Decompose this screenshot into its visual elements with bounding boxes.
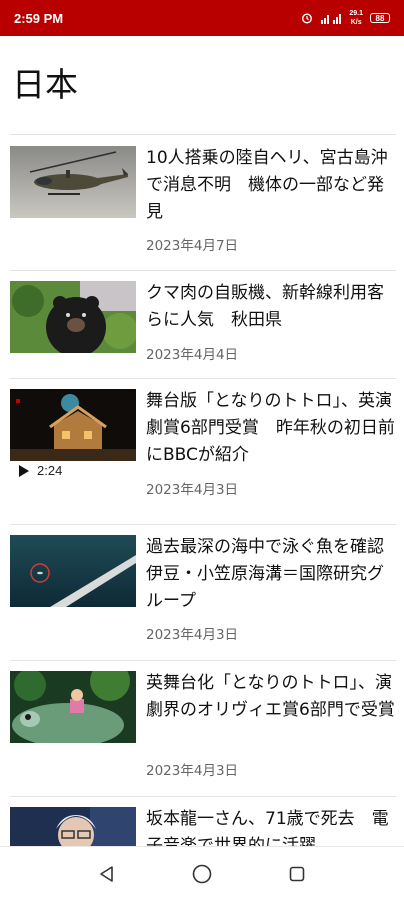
- article-date: 2023年4月3日: [146, 627, 239, 643]
- recents-square-icon: [289, 866, 304, 881]
- status-bar: 2:59 PM 29.1 K/s 88: [0, 0, 404, 36]
- nav-back-button[interactable]: [87, 854, 127, 894]
- speed-value: 29.1: [349, 10, 363, 17]
- article-item[interactable]: 10人搭乗の陸自ヘリ、宮古島沖で消息不明 機体の一部など発見 2023年4月7日: [10, 134, 396, 271]
- video-duration: 2:24: [18, 463, 62, 478]
- article-date: 2023年4月3日: [146, 482, 239, 498]
- back-triangle-icon: [100, 865, 114, 882]
- article-thumbnail: [10, 281, 136, 353]
- article-item[interactable]: クマ肉の自販機、新幹線利用客らに人気 秋田県 2023年4月4日: [10, 270, 396, 379]
- article-item[interactable]: 英舞台化「となりのトトロ」、演劇界のオリヴィエ賞6部門で受賞 2023年4月3日: [10, 660, 396, 797]
- article-headline: クマ肉の自販機、新幹線利用客らに人気 秋田県: [146, 283, 384, 330]
- totoro-image: [10, 671, 136, 743]
- article-thumbnail: [10, 389, 136, 461]
- article-headline: 舞台版「となりのトトロ」、英演劇賞6部門受賞 昨年秋の初日前にBBCが紹介: [146, 391, 395, 465]
- system-nav-bar: [0, 846, 404, 900]
- speed-unit: K/s: [350, 19, 362, 26]
- article-headline: 英舞台化「となりのトトロ」、演劇界のオリヴィエ賞6部門で受賞: [146, 673, 395, 720]
- article-thumbnail: [10, 146, 136, 218]
- article-headline: 過去最深の海中で泳ぐ魚を確認 伊豆・小笠原海溝＝国際研究グループ: [146, 537, 401, 611]
- article-item[interactable]: 2:24 舞台版「となりのトトロ」、英演劇賞6部門受賞 昨年秋の初日前にBBCが…: [10, 378, 396, 525]
- article-thumbnail: [10, 671, 136, 743]
- status-icons: 29.1 K/s 88: [301, 9, 390, 27]
- alarm-icon: [302, 13, 313, 24]
- home-circle-icon: [192, 864, 212, 883]
- duration-label: 2:24: [37, 463, 63, 478]
- article-item[interactable]: 過去最深の海中で泳ぐ魚を確認 伊豆・小笠原海溝＝国際研究グループ 2023年4月…: [10, 524, 401, 661]
- signal-icon: [321, 14, 342, 24]
- helicopter-image: [10, 146, 136, 218]
- article-date: 2023年4月4日: [146, 347, 239, 363]
- battery-level: 88: [375, 13, 385, 23]
- play-icon: [19, 464, 29, 477]
- deep-sea-image: [10, 535, 136, 607]
- status-time: 2:59 PM: [14, 10, 64, 26]
- article-date: 2023年4月3日: [146, 763, 239, 779]
- article-headline: 10人搭乗の陸自ヘリ、宮古島沖で消息不明 機体の一部など発見: [146, 148, 388, 222]
- article-date: 2023年4月7日: [146, 238, 239, 254]
- nav-home-button[interactable]: [182, 854, 222, 894]
- stage-house-image: [10, 389, 136, 461]
- battery-icon: 88: [370, 13, 390, 23]
- article-thumbnail: [10, 535, 136, 607]
- page-title: 日本: [12, 65, 78, 104]
- bear-image: [10, 281, 136, 353]
- nav-recents-button[interactable]: [277, 854, 317, 894]
- network-speed: 29.1 K/s: [349, 9, 363, 27]
